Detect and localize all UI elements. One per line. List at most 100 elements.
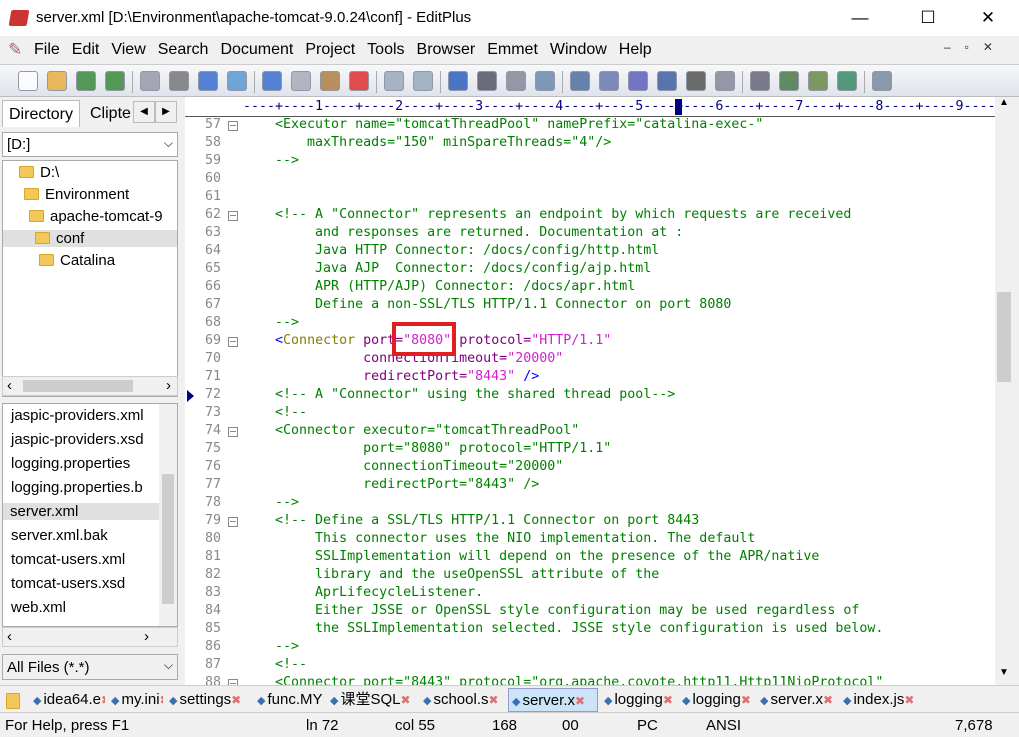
replace-icon[interactable] [477, 71, 497, 91]
column-icon[interactable] [686, 71, 706, 91]
tree-item[interactable]: Environment [24, 186, 129, 203]
doc-tab[interactable]: ◆ server.x✖ [508, 688, 598, 712]
file-item[interactable]: server.xml.bak [11, 527, 108, 544]
menu-bar: ✎ File Edit View Search Document Project Tools… [0, 36, 1019, 64]
minimize-button[interactable]: — [837, 0, 883, 36]
file-list-hscroll[interactable]: ‹ › [2, 627, 178, 647]
file-item[interactable]: server.xml [3, 503, 159, 520]
tab-directory[interactable]: Directory [2, 100, 81, 127]
indent-icon[interactable] [657, 71, 677, 91]
close-tab-icon[interactable]: ✖ [231, 693, 241, 707]
tab-scroll-right[interactable]: ▶ [155, 101, 177, 123]
file-item[interactable]: tomcat-users.xml [11, 551, 125, 568]
new-file-icon[interactable] [18, 71, 38, 91]
tab-scroll-left[interactable]: ◀ [133, 101, 155, 123]
editor-vscroll[interactable]: ▲ ▼ [995, 97, 1013, 685]
fold-toggle-icon[interactable] [228, 121, 238, 131]
tree-hscroll[interactable]: ‹ › [2, 376, 178, 396]
save-icon[interactable] [76, 71, 96, 91]
file-item[interactable]: web.xml [11, 599, 66, 616]
doc-tab[interactable]: ◆ school.s✖ [420, 688, 505, 712]
menu-project[interactable]: Project [299, 36, 361, 64]
find-in-files-icon[interactable] [506, 71, 526, 91]
editor[interactable]: ----+----1----+----2----+----3----+----4… [185, 97, 1013, 685]
doc-tab[interactable]: ◆idea64.e✖ [30, 688, 105, 712]
tree-item[interactable]: conf [3, 230, 177, 247]
drive-select[interactable]: [D:] ⌵ [2, 132, 178, 157]
tab-cliptext[interactable]: Clipte [84, 100, 134, 127]
copy-icon[interactable] [291, 71, 311, 91]
doc-tab[interactable]: ◆ index.js✖ [840, 688, 925, 712]
delete-icon[interactable] [349, 71, 369, 91]
font-icon[interactable] [570, 71, 590, 91]
close-tab-icon[interactable]: ✖ [101, 693, 105, 707]
doc-tab[interactable]: ◆ settings✖ [166, 688, 251, 712]
file-item[interactable]: tomcat-users.xsd [11, 575, 125, 592]
go-to-icon[interactable] [535, 71, 555, 91]
hx-icon[interactable] [599, 71, 619, 91]
menu-document[interactable]: Document [214, 36, 299, 64]
line-number: 57 [204, 117, 221, 132]
undo-icon[interactable] [384, 71, 404, 91]
print-icon[interactable] [169, 71, 189, 91]
mdi-controls[interactable]: –▫✕ [944, 40, 1007, 54]
file-item[interactable]: logging.properties.b [11, 479, 143, 496]
close-tab-icon[interactable]: ✖ [904, 693, 914, 707]
cut-icon[interactable] [262, 71, 282, 91]
doc-tab[interactable]: ◆func.MY✖ [254, 688, 324, 712]
cliptext-icon[interactable] [808, 71, 828, 91]
file-item[interactable]: jaspic-providers.xsd [11, 431, 144, 448]
doc-tab[interactable]: ◆ logging✖ [601, 688, 676, 712]
menu-emmet[interactable]: Emmet [481, 36, 544, 64]
doc-tab[interactable]: ◆ logging✖ [679, 688, 754, 712]
find-icon[interactable] [448, 71, 468, 91]
close-tab-icon[interactable]: ✖ [575, 694, 585, 708]
menu-view[interactable]: View [105, 36, 151, 64]
menu-help[interactable]: Help [613, 36, 658, 64]
menu-tools[interactable]: Tools [361, 36, 410, 64]
file-item[interactable]: logging.properties [11, 455, 130, 472]
settings-icon[interactable] [715, 71, 735, 91]
tree-item[interactable]: apache-tomcat-9 [29, 208, 163, 225]
tree-item[interactable]: D:\ [19, 164, 59, 181]
print-preview-icon[interactable] [140, 71, 160, 91]
doc-tab[interactable]: ◆my.ini✖ [108, 688, 163, 712]
fold-toggle-icon[interactable] [228, 517, 238, 527]
close-tab-icon[interactable]: ✖ [323, 693, 325, 707]
spell-check-icon[interactable] [198, 71, 218, 91]
line-number: 70 [204, 351, 221, 366]
directory-panel-icon[interactable] [779, 71, 799, 91]
close-button[interactable]: ✕ [965, 0, 1011, 36]
maximize-button[interactable]: ☐ [905, 0, 951, 36]
menu-search[interactable]: Search [152, 36, 215, 64]
menu-browser[interactable]: Browser [411, 36, 482, 64]
save-all-icon[interactable] [105, 71, 125, 91]
doc-tab[interactable]: ◆ 课堂SQL✖ [327, 688, 417, 712]
doc-tab[interactable]: ◆ server.x✖ [757, 688, 837, 712]
menu-edit[interactable]: Edit [66, 36, 106, 64]
help-icon[interactable] [872, 71, 892, 91]
close-tab-icon[interactable]: ✖ [489, 693, 499, 707]
toggle-panel-icon[interactable] [750, 71, 770, 91]
code-line: 82 library and the useOpenSSL attribute … [185, 567, 995, 585]
close-tab-icon[interactable]: ✖ [823, 693, 833, 707]
open-icon[interactable] [47, 71, 67, 91]
code-line: 61 [185, 189, 995, 207]
tree-item[interactable]: Catalina [39, 252, 115, 269]
fold-toggle-icon[interactable] [228, 337, 238, 347]
file-filter-select[interactable]: All Files (*.*) ⌵ [2, 654, 178, 680]
file-item[interactable]: jaspic-providers.xml [11, 407, 144, 424]
close-tab-icon[interactable]: ✖ [663, 693, 673, 707]
html-preview-icon[interactable] [227, 71, 247, 91]
close-tab-icon[interactable]: ✖ [160, 693, 163, 707]
menu-window[interactable]: Window [544, 36, 613, 64]
word-wrap-icon[interactable] [628, 71, 648, 91]
paste-icon[interactable] [320, 71, 340, 91]
menu-file[interactable]: File [28, 36, 66, 64]
redo-icon[interactable] [413, 71, 433, 91]
fold-toggle-icon[interactable] [228, 427, 238, 437]
close-tab-icon[interactable]: ✖ [400, 693, 410, 707]
close-tab-icon[interactable]: ✖ [741, 693, 751, 707]
output-icon[interactable] [837, 71, 857, 91]
fold-toggle-icon[interactable] [228, 211, 238, 221]
